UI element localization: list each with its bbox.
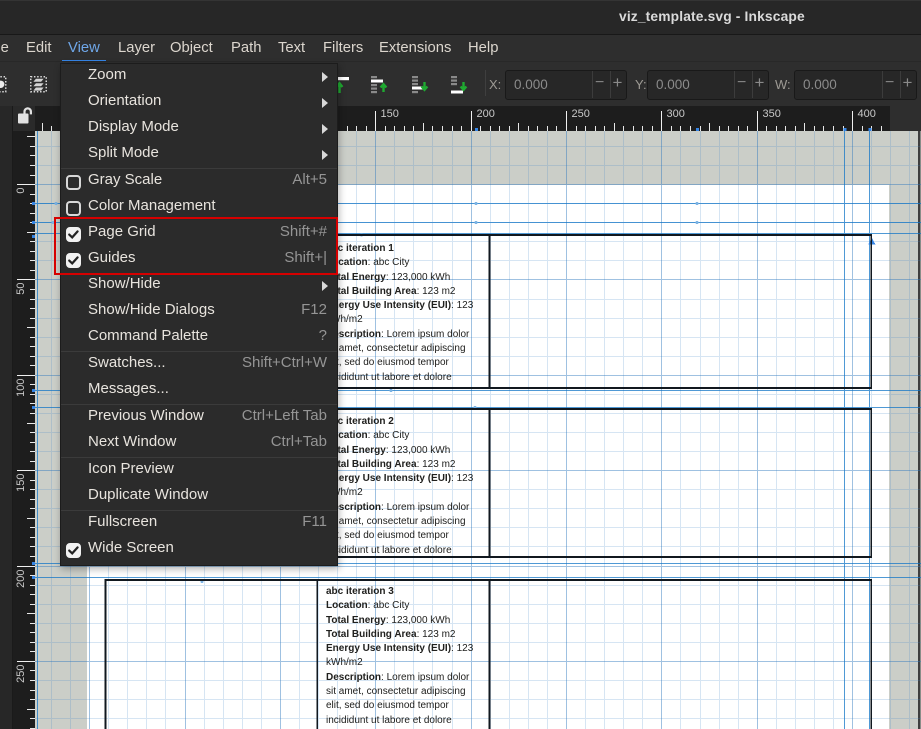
svg-text:350: 350: [763, 108, 781, 120]
svg-text:200: 200: [15, 570, 27, 588]
svg-text:300: 300: [667, 108, 685, 120]
svg-text:200: 200: [477, 108, 495, 120]
svg-text:50: 50: [15, 283, 27, 295]
svg-text:400: 400: [858, 108, 876, 120]
svg-text:250: 250: [15, 665, 27, 683]
svg-text:0: 0: [15, 188, 27, 194]
svg-text:100: 100: [15, 379, 27, 397]
svg-text:150: 150: [15, 474, 27, 492]
svg-text:150: 150: [381, 108, 399, 120]
svg-text:250: 250: [572, 108, 590, 120]
